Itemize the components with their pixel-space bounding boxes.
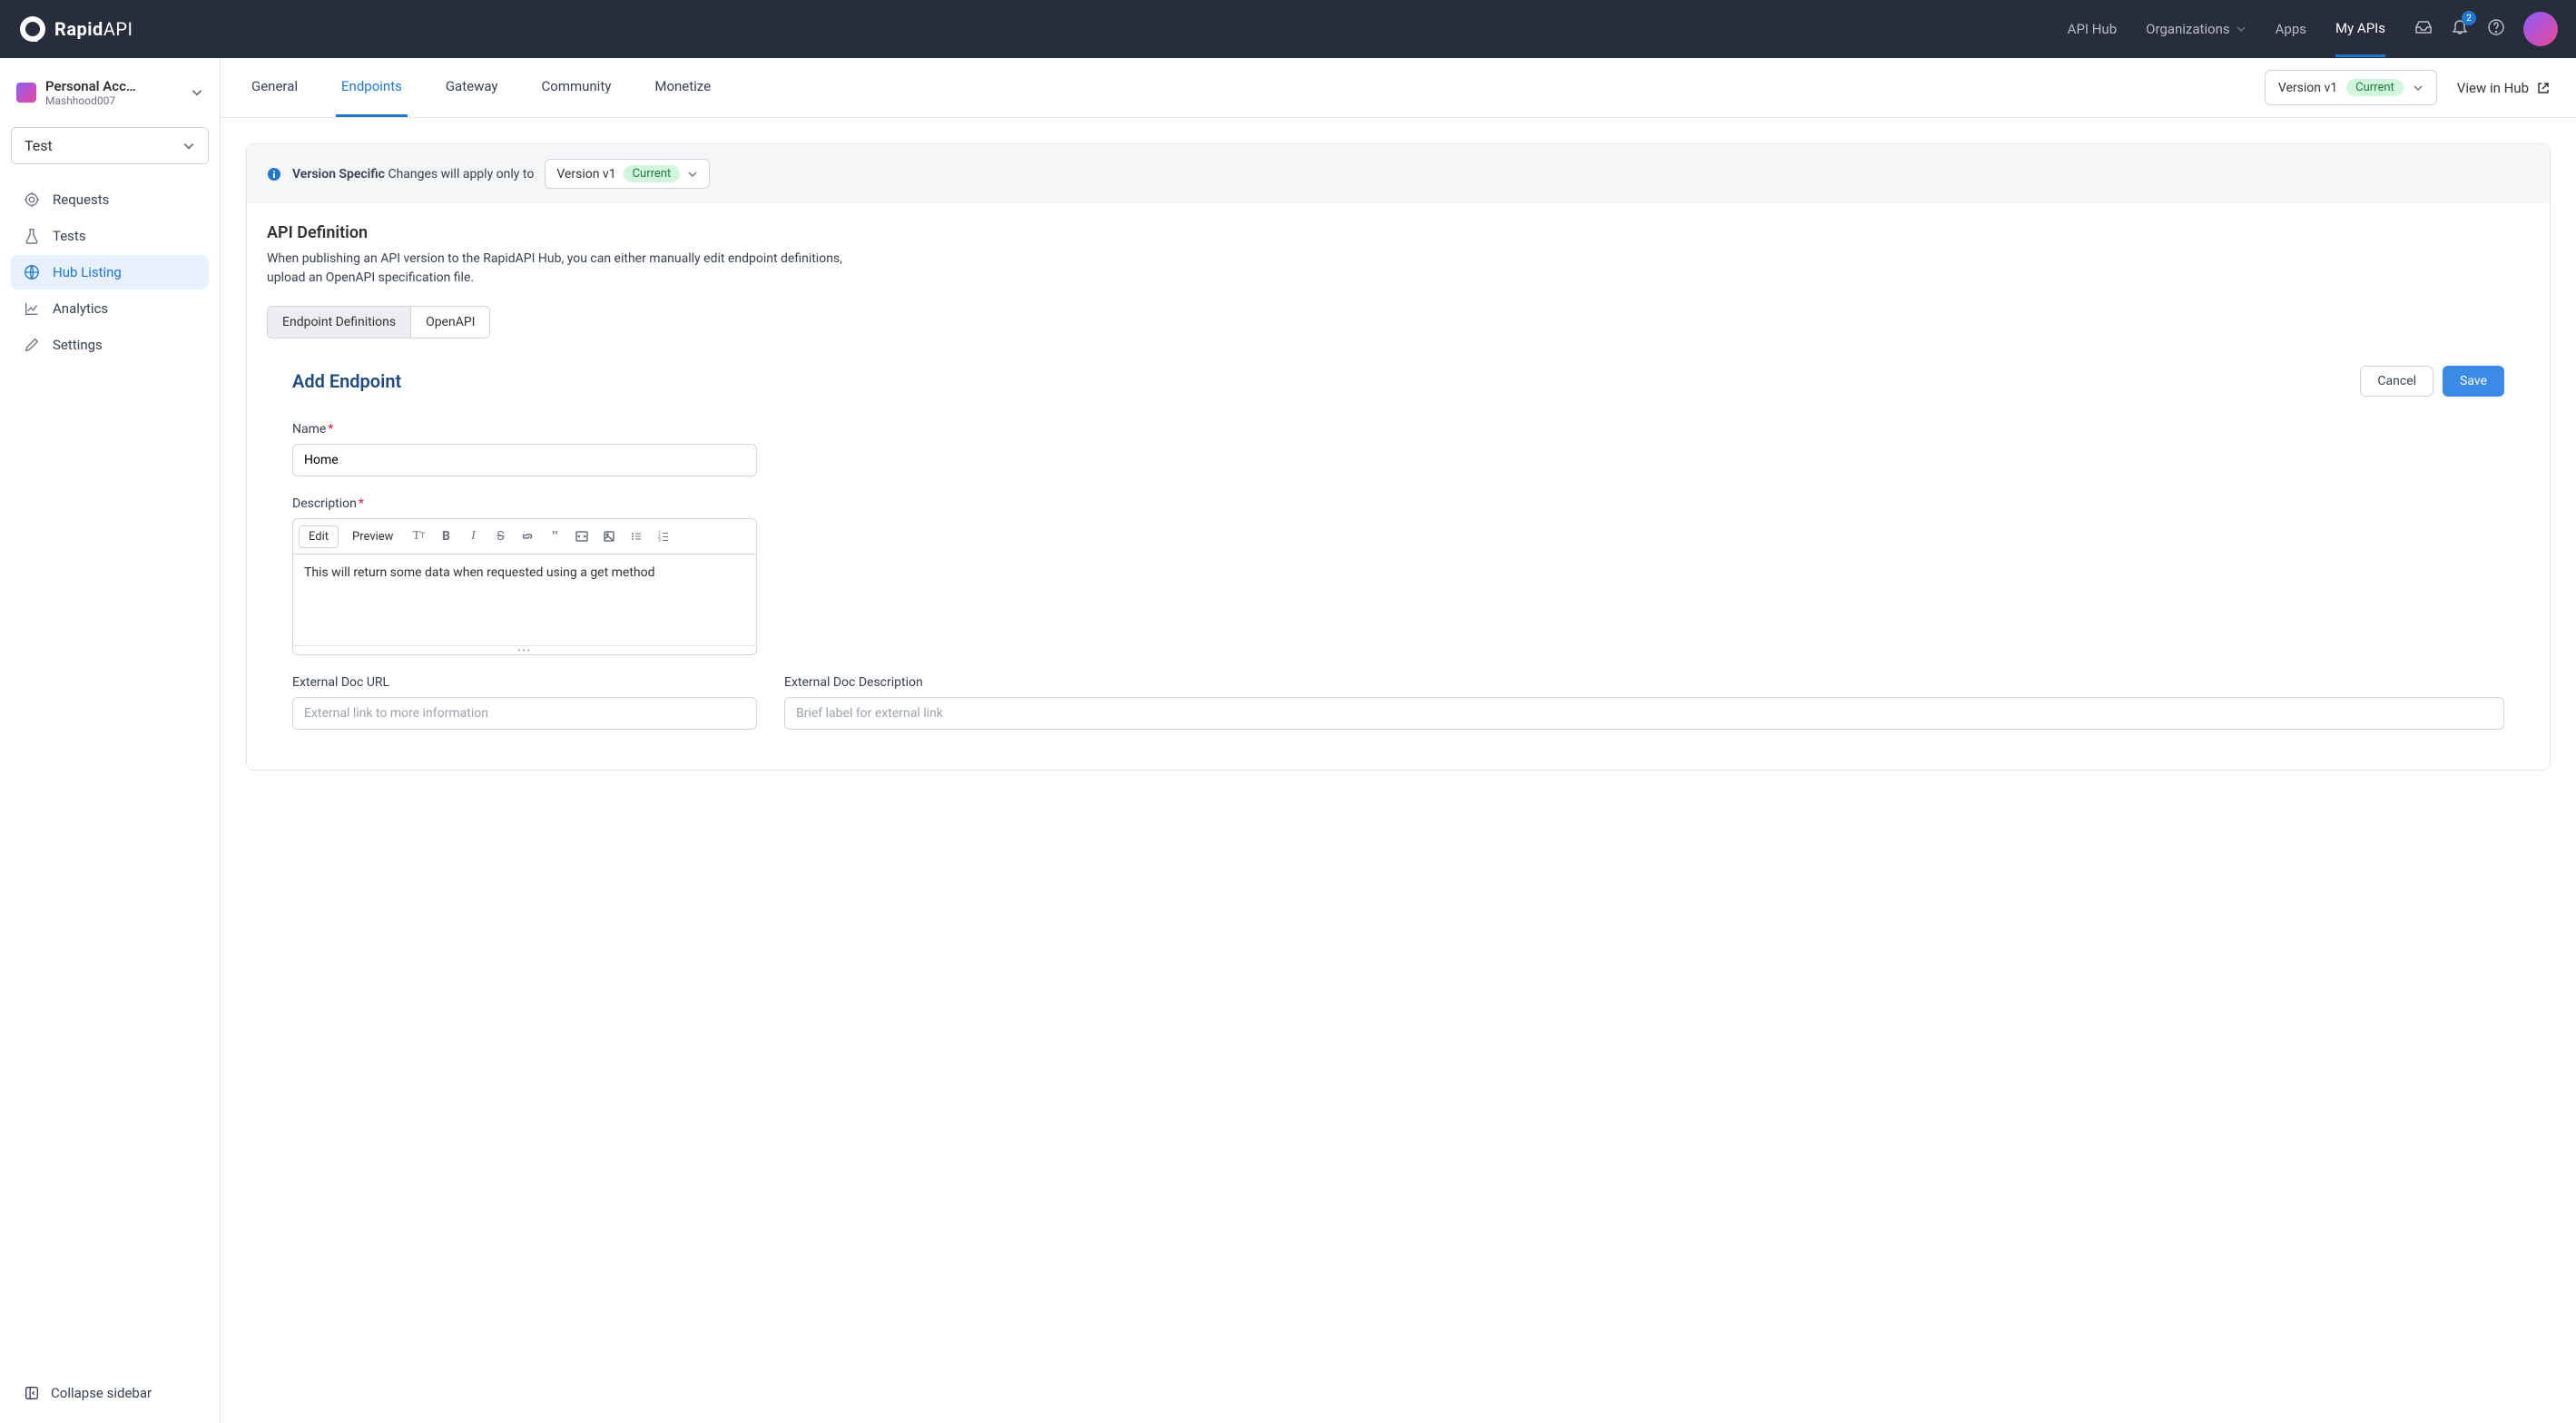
editor-resize-handle[interactable]: •••: [293, 645, 756, 654]
cancel-button[interactable]: Cancel: [2360, 366, 2433, 397]
project-selector[interactable]: Test: [11, 127, 209, 164]
tab-gateway[interactable]: Gateway: [440, 58, 504, 117]
flask-icon: [24, 228, 40, 244]
description-label: Description*: [292, 496, 757, 511]
account-name: Personal Acc…: [45, 78, 182, 94]
quote-icon[interactable]: ": [543, 525, 566, 548]
external-link-icon: [2536, 81, 2551, 95]
current-badge: Current: [2346, 79, 2404, 96]
tab-general[interactable]: General: [246, 58, 303, 117]
banner-version-selector[interactable]: Version v1 Current: [545, 159, 710, 189]
bullet-list-icon[interactable]: [624, 525, 648, 548]
sidebar-item-settings[interactable]: Settings: [11, 328, 209, 362]
external-url-label: External Doc URL: [292, 675, 757, 690]
definition-toggle: Endpoint Definitions OpenAPI: [267, 306, 490, 339]
inbox-icon[interactable]: [2414, 18, 2433, 40]
requests-icon: [24, 191, 40, 208]
account-selector[interactable]: Personal Acc… Mashhood007: [11, 69, 209, 120]
toggle-endpoint-definitions[interactable]: Endpoint Definitions: [268, 307, 411, 338]
description-editor: Edit Preview TT B I S ": [292, 518, 757, 655]
chevron-down-icon: [687, 169, 698, 180]
chart-icon: [24, 300, 40, 317]
header-nav: API Hub Organizations Apps My APIs 2: [2068, 2, 2558, 57]
user-avatar[interactable]: [2523, 12, 2558, 46]
nav-organizations[interactable]: Organizations: [2146, 3, 2247, 55]
notification-badge: 2: [2462, 11, 2476, 25]
nav-apps[interactable]: Apps: [2276, 3, 2306, 55]
link-icon[interactable]: [516, 525, 539, 548]
editor-textarea[interactable]: This will return some data when requeste…: [293, 554, 756, 645]
sidebar-item-requests[interactable]: Requests: [11, 182, 209, 217]
logo-icon: [18, 15, 47, 44]
help-icon[interactable]: [2487, 18, 2505, 40]
external-desc-input[interactable]: [784, 697, 2504, 730]
globe-icon: [24, 264, 40, 280]
main-content: General Endpoints Gateway Community Mone…: [221, 58, 2576, 1423]
external-url-input[interactable]: [292, 697, 757, 730]
sidebar-item-analytics[interactable]: Analytics: [11, 291, 209, 326]
save-button[interactable]: Save: [2443, 366, 2504, 397]
tab-monetize[interactable]: Monetize: [649, 58, 716, 117]
logo-text: RapidAPI: [54, 18, 133, 40]
view-in-hub-link[interactable]: View in Hub: [2457, 80, 2551, 96]
logo[interactable]: RapidAPI: [18, 15, 133, 44]
bell-icon[interactable]: 2: [2451, 18, 2469, 40]
info-icon: [267, 167, 281, 182]
version-selector[interactable]: Version v1 Current: [2265, 70, 2437, 105]
bold-icon[interactable]: B: [434, 525, 457, 548]
strikethrough-icon[interactable]: S: [488, 525, 512, 548]
add-endpoint-form: Add Endpoint Cancel Save Name*: [267, 366, 2530, 730]
version-banner: Version Specific Changes will apply only…: [247, 144, 2550, 203]
main-header: RapidAPI API Hub Organizations Apps My A…: [0, 0, 2576, 58]
name-label: Name*: [292, 422, 757, 437]
chevron-down-icon: [182, 140, 195, 152]
tab-community[interactable]: Community: [536, 58, 617, 117]
endpoint-panel: Version Specific Changes will apply only…: [246, 143, 2551, 770]
nav-my-apis[interactable]: My APIs: [2335, 2, 2385, 57]
italic-icon[interactable]: I: [461, 525, 485, 548]
collapse-sidebar-button[interactable]: Collapse sidebar: [11, 1374, 209, 1412]
tab-endpoints[interactable]: Endpoints: [336, 58, 408, 117]
heading-icon[interactable]: TT: [407, 525, 430, 548]
editor-preview-tab[interactable]: Preview: [342, 525, 403, 548]
toggle-openapi[interactable]: OpenAPI: [411, 307, 489, 338]
numbered-list-icon[interactable]: 123: [652, 525, 675, 548]
header-icons: 2: [2414, 12, 2558, 46]
name-input[interactable]: [292, 444, 757, 476]
sidebar-item-tests[interactable]: Tests: [11, 219, 209, 253]
form-title: Add Endpoint: [292, 370, 401, 392]
account-avatar: [16, 83, 36, 103]
sidebar: Personal Acc… Mashhood007 Test Requests …: [0, 58, 221, 1423]
tabs-bar: General Endpoints Gateway Community Mone…: [221, 58, 2576, 118]
nav-api-hub[interactable]: API Hub: [2068, 3, 2117, 55]
sidebar-item-hub-listing[interactable]: Hub Listing: [11, 255, 209, 290]
api-definition-title: API Definition: [267, 223, 2530, 242]
project-name: Test: [25, 137, 53, 154]
svg-text:3: 3: [658, 538, 661, 543]
chevron-down-icon: [191, 86, 203, 99]
pencil-icon: [24, 337, 40, 353]
chevron-down-icon: [2413, 83, 2424, 93]
account-username: Mashhood007: [45, 94, 182, 107]
collapse-icon: [24, 1385, 40, 1401]
code-icon[interactable]: [570, 525, 594, 548]
external-desc-label: External Doc Description: [784, 675, 2504, 690]
image-icon[interactable]: [597, 525, 621, 548]
chevron-down-icon: [2236, 24, 2247, 34]
editor-edit-tab[interactable]: Edit: [299, 525, 339, 548]
api-definition-desc: When publishing an API version to the Ra…: [267, 250, 866, 288]
